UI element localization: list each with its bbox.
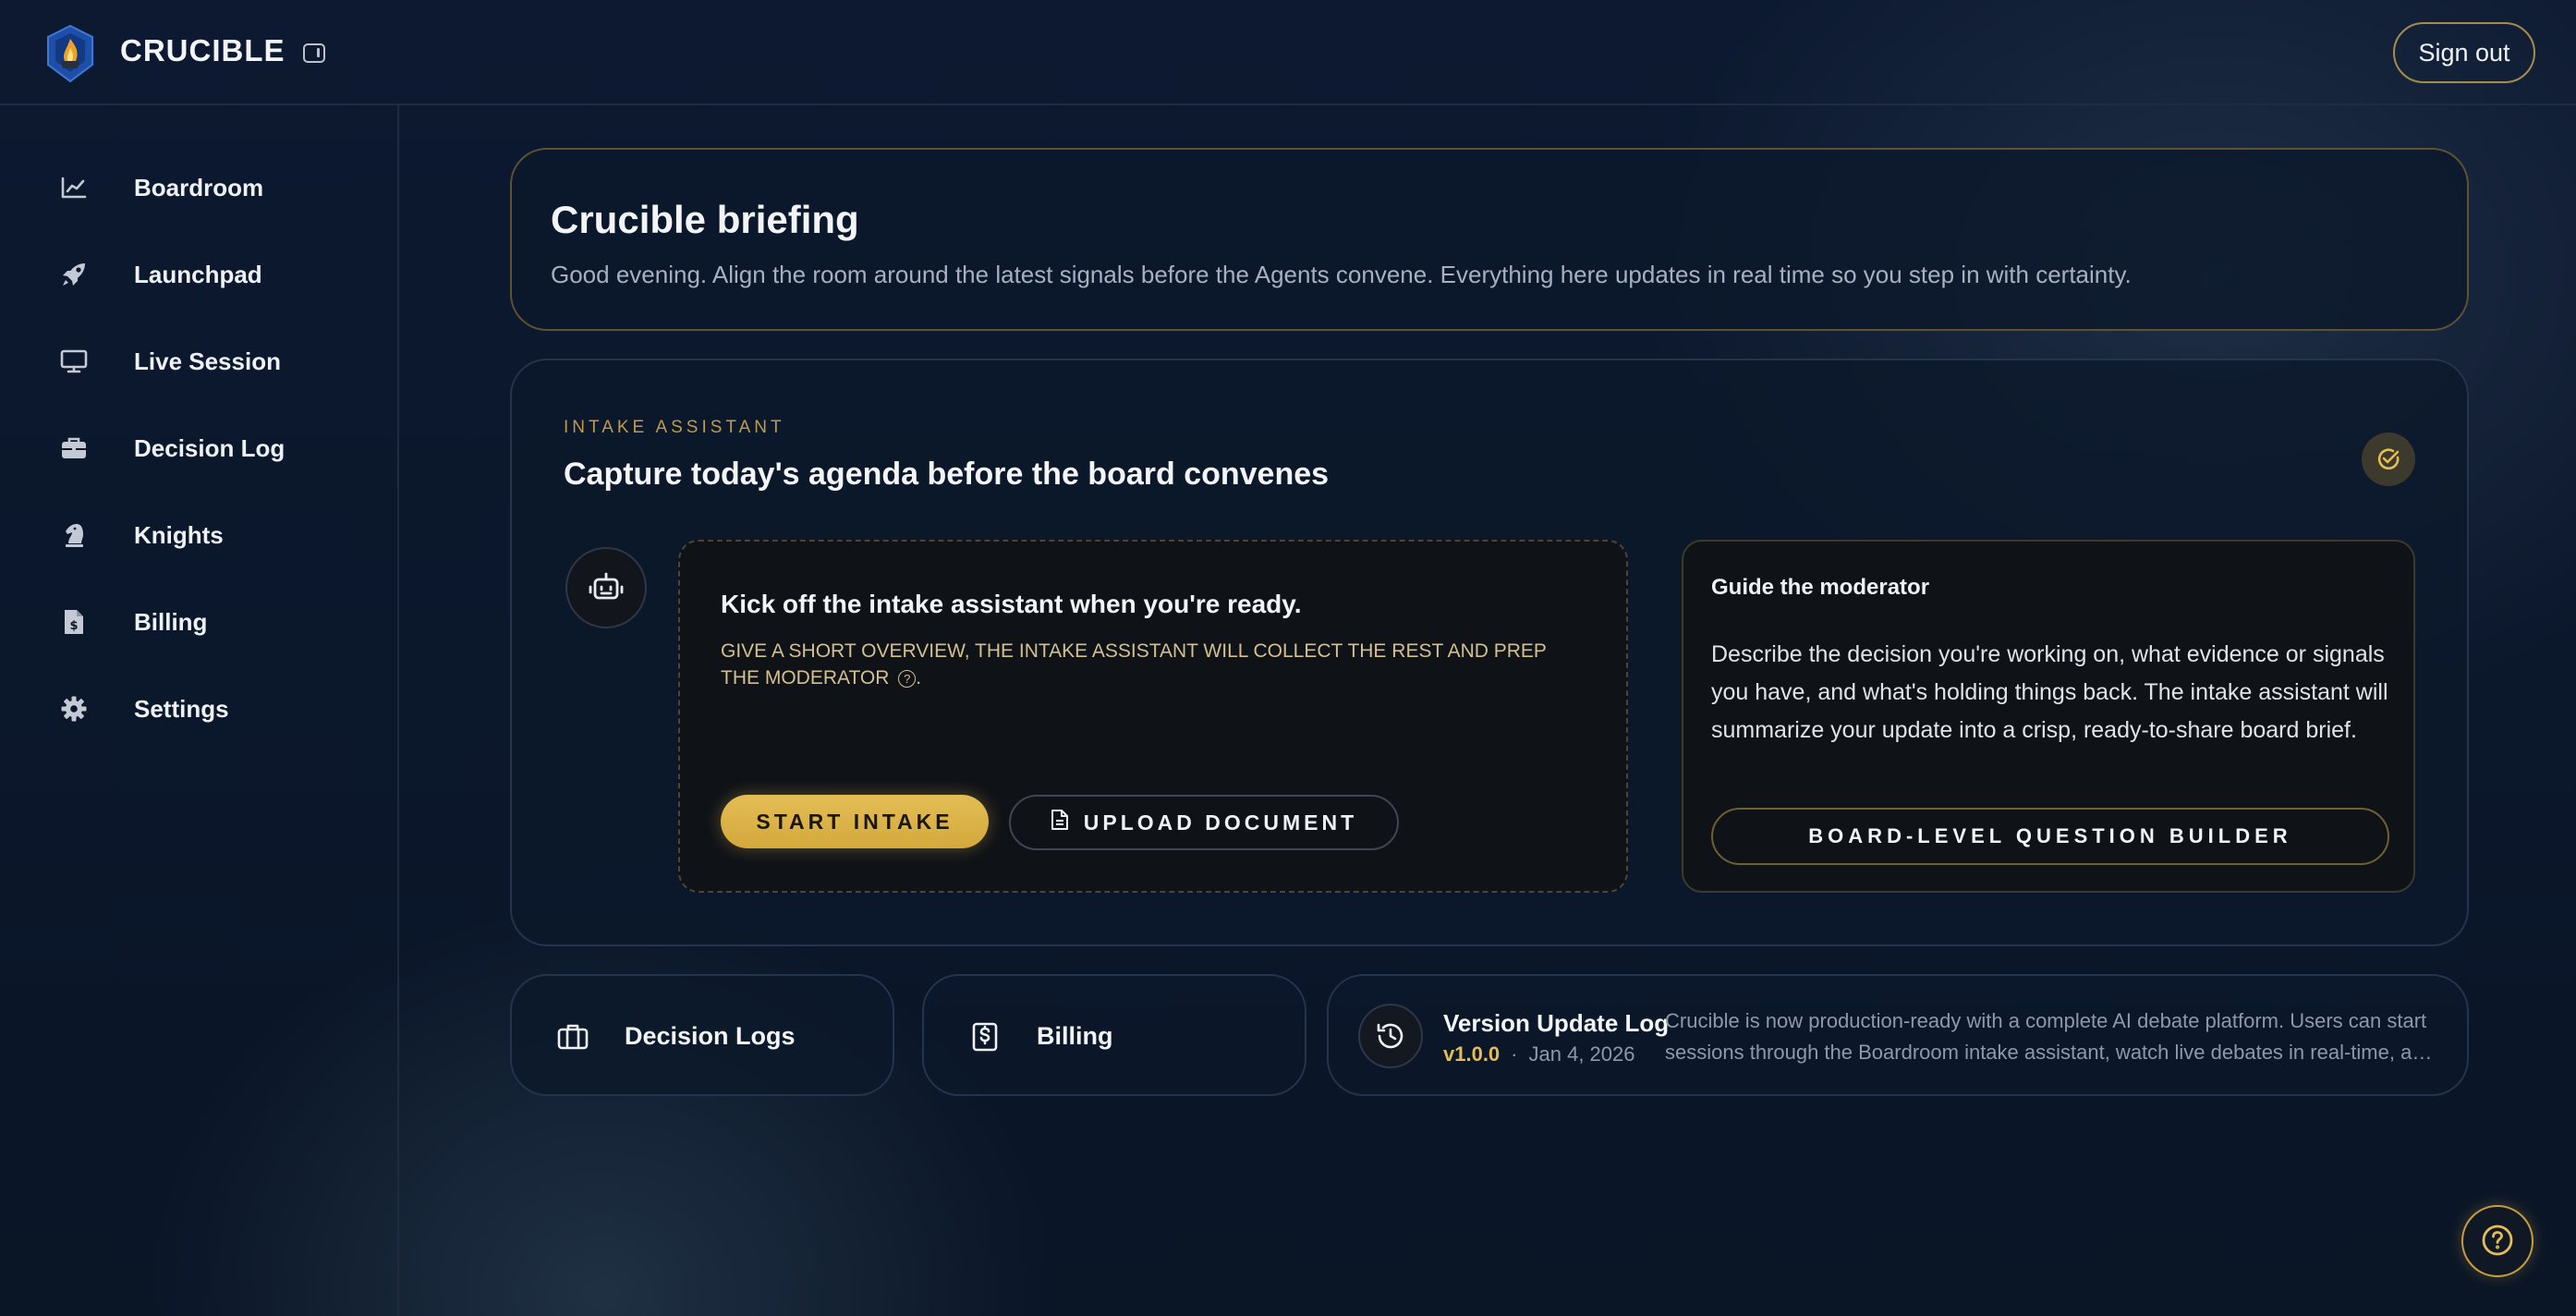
kickoff-hint-text: Give a short overview, the intake assist… xyxy=(721,640,1547,688)
sidebar-item-label: Billing xyxy=(134,607,208,636)
upload-document-button[interactable]: UPLOAD DOCUMENT xyxy=(1009,795,1399,850)
sidebar-item-settings[interactable]: Settings xyxy=(55,686,370,732)
kickoff-hint: Give a short overview, the intake assist… xyxy=(721,638,1589,691)
sidebar-item-decision-log[interactable]: Decision Log xyxy=(55,425,370,471)
help-button[interactable] xyxy=(2461,1205,2533,1277)
briefing-card: Crucible briefing Good evening. Align th… xyxy=(510,148,2469,331)
guide-body: Describe the decision you're working on,… xyxy=(1711,641,2388,743)
meta-separator: · xyxy=(1511,1042,1518,1066)
gear-icon xyxy=(55,690,92,727)
version-log-title: Version Update Log xyxy=(1443,1009,1670,1037)
start-intake-button[interactable]: START INTAKE xyxy=(721,795,989,848)
sidebar-item-billing[interactable]: $ Billing xyxy=(55,599,370,645)
briefcase-icon xyxy=(55,430,92,467)
robot-icon xyxy=(565,547,647,628)
quick-link-label: Decision Logs xyxy=(625,1022,796,1050)
invoice-dollar-icon: $ xyxy=(55,603,92,640)
intake-title: Capture today's agenda before the board … xyxy=(564,457,1330,492)
sidebar-item-label: Knights xyxy=(134,520,224,549)
page-title: Crucible briefing xyxy=(551,198,859,241)
version-description-line: sessions through the Boardroom intake as… xyxy=(1665,1041,2441,1064)
guide-moderator-panel: Guide the moderator Describe the decisio… xyxy=(1682,540,2415,893)
intake-kickoff-panel: Kick off the intake assistant when you'r… xyxy=(678,540,1628,893)
top-bar: CRUCIBLE Sign out xyxy=(0,0,2576,105)
crucible-logo-icon[interactable] xyxy=(43,24,98,83)
sidebar-item-boardroom[interactable]: Boardroom xyxy=(55,164,370,211)
sidebar-item-label: Live Session xyxy=(134,347,281,375)
version-meta: v1.0.0 · Jan 4, 2026 xyxy=(1443,1042,1634,1066)
document-icon xyxy=(1051,809,1069,836)
dollar-doc-icon xyxy=(966,1018,1003,1055)
brand-name: CRUCIBLE xyxy=(120,33,286,67)
intake-eyebrow: INTAKE ASSISTANT xyxy=(564,418,785,437)
rocket-icon xyxy=(55,256,92,293)
version-number: v1.0.0 xyxy=(1443,1042,1501,1066)
upload-document-label: UPLOAD DOCUMENT xyxy=(1083,810,1358,835)
sidebar: Boardroom Launchpad Live Session Decisio… xyxy=(0,105,399,1316)
svg-text:$: $ xyxy=(69,619,78,633)
kickoff-hint-suffix: . xyxy=(916,667,922,688)
version-description: Crucible is now production-ready with a … xyxy=(1665,1005,2441,1068)
board-question-builder-button[interactable]: BOARD-LEVEL QUESTION BUILDER xyxy=(1711,808,2389,865)
kickoff-title: Kick off the intake assistant when you'r… xyxy=(721,590,1302,618)
quick-link-decision-logs[interactable]: Decision Logs xyxy=(510,974,894,1096)
check-circle-icon xyxy=(2362,433,2415,486)
sidebar-item-knights[interactable]: Knights xyxy=(55,512,370,558)
question-mark-icon[interactable]: ? xyxy=(898,670,917,688)
history-icon xyxy=(1358,1004,1423,1068)
sidebar-item-label: Decision Log xyxy=(134,433,286,462)
sidebar-item-label: Boardroom xyxy=(134,173,264,201)
sidebar-item-launchpad[interactable]: Launchpad xyxy=(55,251,370,298)
briefcase-icon xyxy=(554,1018,591,1055)
sign-out-button[interactable]: Sign out xyxy=(2393,22,2535,83)
version-date: Jan 4, 2026 xyxy=(1528,1042,1635,1066)
sidebar-item-live-session[interactable]: Live Session xyxy=(55,338,370,384)
monitor-icon xyxy=(55,343,92,380)
quick-link-billing[interactable]: Billing xyxy=(922,974,1306,1096)
guide-title: Guide the moderator xyxy=(1711,575,1930,600)
version-description-line: Crucible is now production-ready with a … xyxy=(1665,1009,2427,1032)
sidebar-item-label: Launchpad xyxy=(134,260,262,288)
briefing-subtitle: Good evening. Align the room around the … xyxy=(551,261,2132,288)
version-update-log-card[interactable]: Version Update Log v1.0.0 · Jan 4, 2026 Cr… xyxy=(1327,974,2469,1096)
quick-link-label: Billing xyxy=(1037,1022,1113,1050)
sidebar-toggle-icon[interactable] xyxy=(303,43,325,63)
question-circle-icon xyxy=(2480,1223,2515,1261)
chess-knight-icon xyxy=(55,517,92,554)
start-intake-label: START INTAKE xyxy=(756,809,954,834)
chart-line-icon xyxy=(55,169,92,206)
intake-assistant-card: INTAKE ASSISTANT Capture today's agenda … xyxy=(510,359,2469,946)
sidebar-item-label: Settings xyxy=(134,694,229,723)
